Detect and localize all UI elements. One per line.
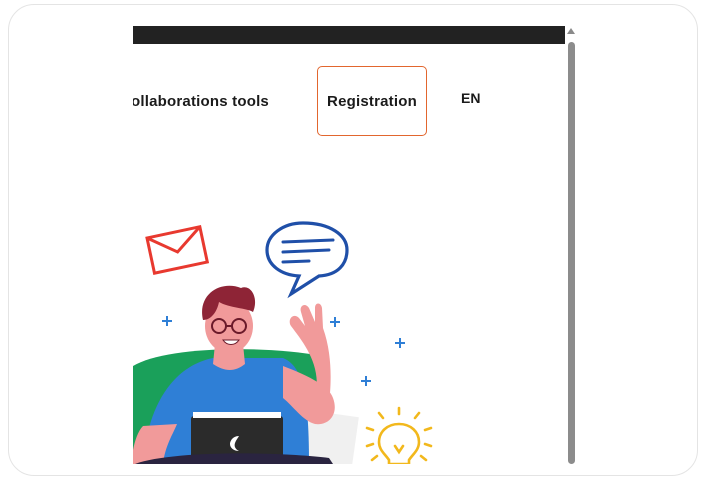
hero-illustration [133, 221, 433, 464]
speech-bubble-icon [265, 221, 349, 299]
lightbulb-icon [365, 406, 433, 464]
envelope-icon [145, 224, 210, 275]
scroll-up-arrow-icon[interactable] [567, 28, 575, 34]
page-viewport: ollaborations tools Registration EN [133, 26, 565, 464]
scroll-thumb[interactable] [568, 42, 575, 464]
vertical-scrollbar[interactable] [566, 26, 576, 464]
